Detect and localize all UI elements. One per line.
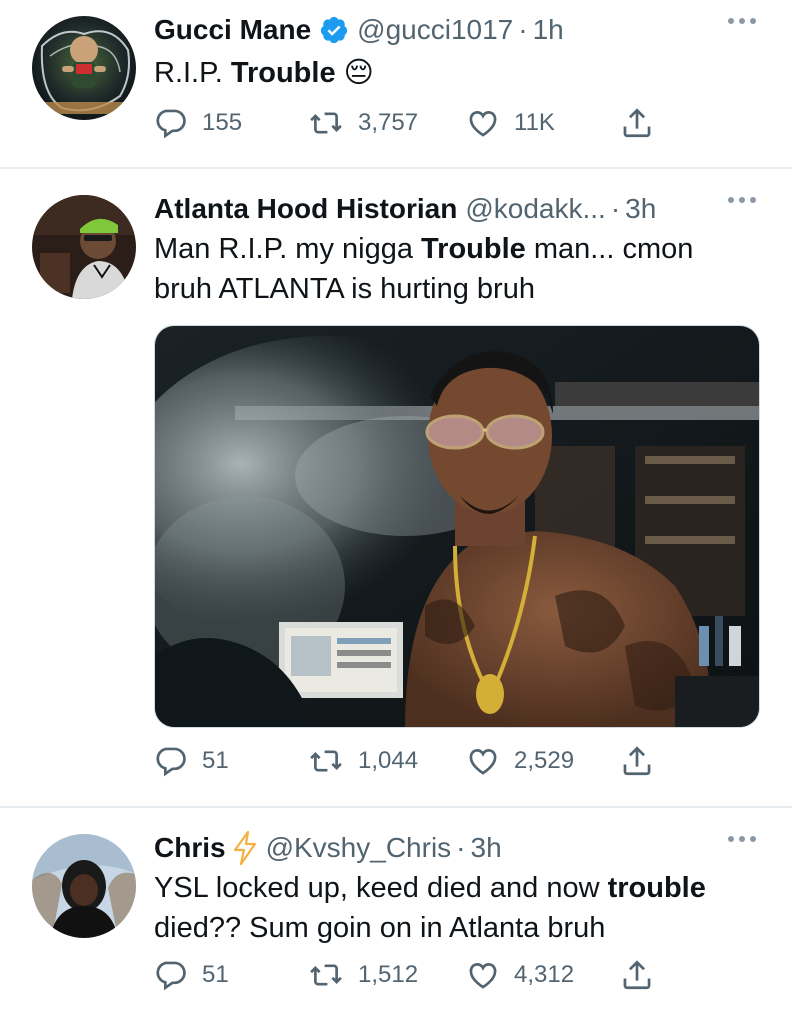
like-count: 4,312 (514, 961, 575, 988)
like-count: 11K (514, 109, 555, 136)
like-count: 2,529 (514, 747, 575, 774)
tweet-text-part: YSL locked up, keed died and now (154, 872, 608, 904)
tweet-actions: 51 1,512 4,312 (154, 958, 666, 998)
reply-count: 51 (202, 961, 229, 988)
reply-icon (156, 747, 186, 777)
tweet-actions: 51 1,044 2,529 (154, 744, 666, 784)
avatar[interactable] (32, 834, 136, 938)
reply-button[interactable]: 51 (154, 958, 229, 992)
retweet-icon (310, 964, 342, 986)
separator-dot: · (456, 832, 466, 863)
tweet-chris[interactable]: Chris @Kvshy_Chris · 3h YSL locked up, k… (0, 808, 792, 1024)
tweet-text: Man R.I.P. my nigga Trouble man... cmon … (154, 229, 752, 309)
tweet-text-part (336, 57, 344, 89)
more-icon[interactable] (728, 197, 756, 203)
retweet-count: 1,044 (358, 747, 419, 774)
tweet-photo[interactable] (154, 325, 760, 728)
separator-dot: · (518, 14, 528, 45)
tweet-text-part: bruh ATLANTA is hurting bruh (154, 273, 535, 305)
tweet-gucci[interactable]: Gucci Mane @gucci1017 · 1h R.I.P. Troubl… (0, 0, 792, 168)
tweet-text-bold: trouble (607, 872, 706, 904)
reply-button[interactable]: 51 (154, 744, 229, 778)
share-icon (623, 746, 651, 776)
tweet-text-part: R.I.P. (154, 57, 231, 89)
share-button[interactable] (620, 958, 654, 992)
tweet-text-bold: Trouble (230, 57, 336, 89)
more-icon[interactable] (728, 836, 756, 842)
tweet-atlanta-hood-historian[interactable]: Atlanta Hood Historian @kodakk... · 3h M… (0, 169, 792, 806)
timestamp[interactable]: 3h (625, 193, 656, 225)
share-button[interactable] (620, 106, 654, 140)
like-button[interactable]: 4,312 (466, 958, 574, 992)
verified-badge-icon (319, 15, 349, 45)
retweet-button[interactable]: 1,044 (308, 744, 418, 778)
share-button[interactable] (620, 744, 654, 778)
tweet-text: R.I.P. Trouble 😔 (154, 52, 752, 93)
handle[interactable]: @kodakk... (465, 193, 605, 225)
retweet-count: 1,512 (358, 961, 419, 988)
separator-dot: · (610, 193, 621, 224)
handle[interactable]: @Kvshy_Chris (266, 832, 452, 864)
like-button[interactable]: 11K (466, 106, 555, 140)
like-icon (469, 963, 497, 989)
like-icon (469, 749, 497, 775)
retweet-icon (310, 750, 342, 772)
retweet-button[interactable]: 1,512 (308, 958, 418, 992)
handle[interactable]: @gucci1017 (357, 14, 513, 46)
tweet-text-part: man... cmon (525, 233, 694, 265)
timestamp[interactable]: 3h (471, 832, 502, 864)
pensive-emoji: 😔 (343, 55, 374, 89)
share-icon (623, 108, 651, 138)
avatar[interactable] (32, 195, 136, 299)
display-name[interactable]: Atlanta Hood Historian (154, 193, 457, 225)
retweet-button[interactable]: 3,757 (308, 106, 418, 140)
tweet-text-part: died?? Sum goin on in Atlanta bruh (154, 912, 606, 944)
like-icon (469, 111, 497, 137)
reply-count: 51 (202, 747, 229, 774)
timestamp[interactable]: 1h (533, 14, 564, 46)
reply-icon (156, 961, 186, 991)
reply-count: 155 (202, 109, 243, 136)
tweet-actions: 155 3,757 11K (154, 106, 666, 146)
reply-button[interactable]: 155 (154, 106, 242, 140)
more-icon[interactable] (728, 18, 756, 24)
tweet-text-bold: Trouble (421, 233, 526, 265)
tweet-text: YSL locked up, keed died and now trouble… (154, 868, 752, 948)
retweet-icon (310, 112, 342, 134)
reply-icon (156, 109, 186, 139)
display-name[interactable]: Gucci Mane (154, 14, 311, 46)
retweet-count: 3,757 (358, 109, 419, 136)
display-name[interactable]: Chris (154, 832, 226, 864)
like-button[interactable]: 2,529 (466, 744, 574, 778)
lightning-bolt-icon (232, 830, 258, 866)
share-icon (623, 960, 651, 990)
avatar[interactable] (32, 16, 136, 120)
tweet-text-part: Man R.I.P. my nigga (154, 233, 422, 265)
